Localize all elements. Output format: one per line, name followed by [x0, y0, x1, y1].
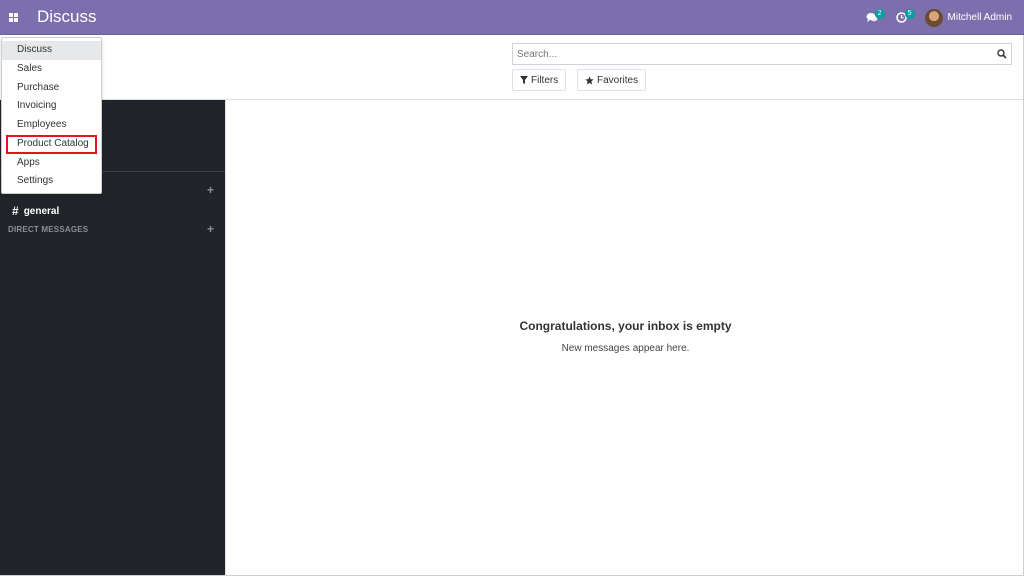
menu-item-product-catalog[interactable]: Product Catalog: [6, 134, 97, 154]
menu-item-purchase[interactable]: Purchase: [2, 79, 101, 98]
empty-inbox-title: Congratulations, your inbox is empty: [519, 319, 732, 333]
activity-menu[interactable]: 5: [895, 0, 915, 35]
direct-messages-title[interactable]: DIRECT MESSAGES: [8, 225, 88, 234]
menu-item-employees[interactable]: Employees: [2, 116, 101, 135]
apps-dropdown-menu: Discuss Sales Purchase Invoicing Employe…: [1, 37, 102, 194]
avatar: [924, 8, 943, 27]
menu-item-invoicing[interactable]: Invoicing: [2, 97, 101, 116]
favorites-button[interactable]: Favorites: [577, 69, 647, 91]
messaging-menu[interactable]: 2: [866, 0, 885, 35]
menu-item-apps[interactable]: Apps: [2, 154, 101, 173]
user-menu[interactable]: Mitchell Admin: [924, 8, 1012, 27]
add-channel-icon[interactable]: +: [207, 183, 214, 197]
thread-view: Congratulations, your inbox is empty New…: [225, 100, 1024, 576]
search-box: [512, 43, 1012, 65]
apps-menu-toggle[interactable]: [0, 0, 26, 35]
filters-button[interactable]: Filters: [512, 69, 567, 91]
control-panel: Filters Favorites: [0, 35, 1024, 100]
search-icon[interactable]: [993, 49, 1011, 59]
activities-count-badge: 5: [904, 9, 915, 19]
filters-label: Filters: [531, 74, 559, 86]
channel-label: general: [23, 205, 60, 217]
star-icon: [585, 75, 594, 84]
search-input[interactable]: [513, 44, 993, 64]
add-direct-message-icon[interactable]: +: [207, 222, 214, 236]
apps-grid-icon: [8, 12, 18, 22]
menu-item-settings[interactable]: Settings: [2, 172, 101, 191]
menu-item-discuss[interactable]: Discuss: [2, 41, 101, 60]
app-title[interactable]: Discuss: [37, 7, 97, 27]
top-navbar: Discuss 2 5 Mitchell Admin: [0, 0, 1024, 35]
favorites-label: Favorites: [597, 74, 639, 86]
messages-count-badge: 2: [874, 9, 885, 19]
menu-item-sales[interactable]: Sales: [2, 60, 101, 79]
hash-icon: #: [12, 204, 19, 218]
empty-inbox-subtitle: New messages appear here.: [561, 343, 690, 354]
user-name: Mitchell Admin: [947, 12, 1012, 23]
channel-general[interactable]: # general: [12, 204, 59, 218]
filter-icon: [520, 76, 528, 84]
